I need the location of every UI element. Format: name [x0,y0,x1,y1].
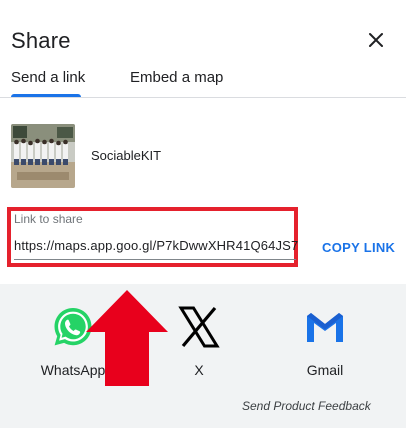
place-preview: SociableKIT [11,124,391,188]
share-options: WhatsApp X Gmail Send Product Feedback [0,284,406,428]
copy-link-button[interactable]: COPY LINK [322,240,395,255]
share-gmail-label: Gmail [306,362,344,378]
tab-send-a-link[interactable]: Send a link [11,69,85,86]
tab-embed-a-map[interactable]: Embed a map [130,69,223,86]
place-thumbnail [11,124,75,188]
place-name: SociableKIT [91,148,162,163]
tab-bar: Send a link Embed a map [0,64,406,98]
active-tab-indicator [11,94,81,97]
share-x-label: X [194,362,204,378]
close-icon [369,33,383,47]
dialog-title: Share [11,28,71,53]
close-button[interactable] [362,26,390,54]
red-arrow-annotation [86,290,168,386]
send-feedback-link[interactable]: Send Product Feedback [242,399,371,413]
share-dialog: Share Send a link Embed a map SociableKI… [0,0,406,428]
share-gmail-button[interactable]: Gmail [285,304,365,378]
x-icon [178,306,220,348]
link-to-share-field[interactable]: Link to share https://maps.app.goo.gl/P7… [7,207,298,267]
gmail-icon [307,313,343,342]
share-x-button[interactable]: X [159,304,239,378]
link-label: Link to share [14,212,83,226]
link-input[interactable]: https://maps.app.goo.gl/P7kDwwXHR41Q64JS… [14,238,298,253]
link-input-underline [14,259,296,260]
